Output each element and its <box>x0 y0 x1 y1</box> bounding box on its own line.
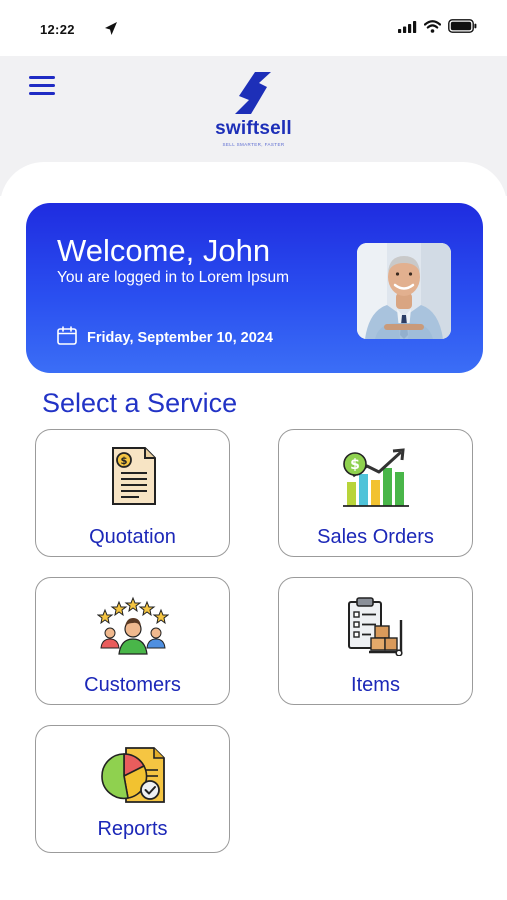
wifi-icon <box>423 19 442 38</box>
reports-pie-chart-icon <box>36 744 229 806</box>
service-tile-customers[interactable]: Customers <box>35 577 230 705</box>
welcome-card: Welcome, John You are logged in to Lorem… <box>26 203 483 373</box>
brand-tagline: SELL SMARTER, FASTER <box>222 142 285 147</box>
welcome-title: Welcome, John <box>57 233 271 268</box>
quotation-document-icon: $ <box>36 446 229 506</box>
location-arrow-icon <box>104 21 118 42</box>
service-tile-quotation[interactable]: $ Quotation <box>35 429 230 557</box>
service-tile-sales-orders[interactable]: $ Sales Orders <box>278 429 473 557</box>
signal-icon <box>398 20 417 38</box>
sales-chart-icon: $ <box>279 446 472 508</box>
service-tile-items[interactable]: Items <box>278 577 473 705</box>
status-time: 12:22 <box>40 22 75 37</box>
service-label: Quotation <box>89 526 176 548</box>
welcome-subtitle: You are logged in to Lorem Ipsum <box>57 269 290 286</box>
user-avatar[interactable] <box>357 243 451 339</box>
status-icons <box>398 19 477 38</box>
service-label: Sales Orders <box>317 526 434 548</box>
welcome-date: Friday, September 10, 2024 <box>87 330 273 346</box>
svg-text:$: $ <box>350 457 360 473</box>
hamburger-menu-icon[interactable] <box>29 76 55 96</box>
service-label: Reports <box>97 818 168 840</box>
brand-name: swiftsell <box>215 118 292 139</box>
section-title: Select a Service <box>42 388 238 418</box>
service-label: Items <box>351 674 400 696</box>
status-bar: 12:22 <box>0 0 507 56</box>
svg-text:$: $ <box>120 456 127 467</box>
calendar-icon <box>57 326 77 350</box>
items-clipboard-icon <box>279 596 472 656</box>
swiftsell-logo-icon <box>233 70 273 121</box>
battery-icon <box>448 19 477 38</box>
service-tile-reports[interactable]: Reports <box>35 725 230 853</box>
customers-rating-icon <box>36 596 229 656</box>
service-label: Customers <box>84 674 181 696</box>
